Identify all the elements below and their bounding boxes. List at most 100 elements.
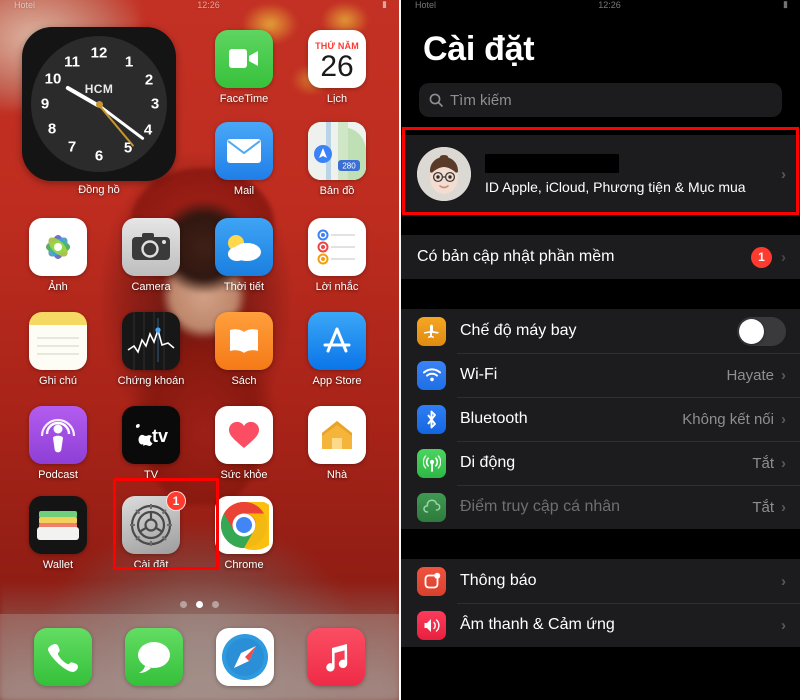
clock-label: 12:26 [197,0,220,10]
app-label: Bản đồ [319,185,355,197]
chevron-right-icon: › [781,498,786,516]
app-weather[interactable]: Thời tiết [213,218,275,293]
airplane-mode-row[interactable]: Chế độ máy bay [401,309,800,353]
page-dots[interactable] [0,601,399,608]
row-label: Âm thanh & Cảm ứng [460,616,615,633]
chevron-right-icon: › [781,366,786,384]
messages-icon[interactable] [125,628,184,686]
update-badge: 1 [751,246,772,268]
sounds-haptics-row[interactable]: Âm thanh & Cảm ứng › [401,603,800,647]
bluetooth-icon [417,404,446,434]
account-text: ID Apple, iCloud, Phương tiện & Mục mua [485,153,781,195]
airplane-mode-toggle[interactable] [737,316,786,346]
facetime-icon [215,30,273,88]
app-camera[interactable]: Camera [120,218,182,293]
status-bar-home: Hotel 12:26 ▮ [0,0,399,10]
apple-id-row[interactable]: ID Apple, iCloud, Phương tiện & Mục mua … [401,135,800,213]
page-dot[interactable] [180,601,187,608]
account-subtitle: ID Apple, iCloud, Phương tiện & Mục mua [485,178,746,195]
svg-text:280: 280 [342,162,356,171]
page-title: Cài đặt [423,30,535,68]
wifi-value: Hayate [726,366,774,384]
cellular-value: Tắt [752,454,774,472]
search-input[interactable]: Tìm kiếm [419,83,782,117]
dual-screenshot-composite: Hotel 12:26 ▮ 12 1 2 3 4 5 6 7 8 9 10 11… [0,0,800,700]
music-icon[interactable] [306,628,365,686]
battery-icon: ▮ [783,0,788,9]
app-podcast[interactable]: Podcast [27,406,89,481]
wallet-icon [29,496,87,554]
app-stocks[interactable]: Chứng khoán [118,312,184,387]
app-facetime[interactable]: FaceTime [213,30,275,105]
page-dot-active[interactable] [196,601,203,608]
app-settings[interactable]: 1 Cài đặt [120,491,186,571]
app-label: Nhà [326,469,348,481]
app-label: FaceTime [219,93,269,105]
clock-number: 11 [64,53,80,71]
safari-icon[interactable] [215,628,274,686]
camera-icon [122,218,180,276]
app-photos[interactable]: Ảnh [27,218,89,293]
connectivity-group: Chế độ máy bay Wi-Fi Hayate › Bluetooth … [401,309,800,529]
carrier-label: Hotel [415,0,437,10]
clock-number: 2 [144,71,154,89]
clock-number: 6 [94,147,104,165]
cellular-icon [417,448,446,478]
clock-widget-label: Đồng hồ [78,184,120,196]
phone-icon[interactable] [34,628,93,686]
app-wallet[interactable]: Wallet [27,496,89,571]
clock-number: 5 [123,139,133,157]
dock [0,614,399,700]
clock-number: 10 [44,70,62,88]
tv-icon: tv [122,406,180,464]
app-label: Sách [231,375,257,387]
wifi-icon [417,360,446,390]
health-icon [215,406,273,464]
chevron-right-icon: › [781,410,786,428]
clock-number: 8 [47,120,57,138]
app-reminders[interactable]: Lời nhắc [306,218,368,293]
page-dot[interactable] [212,601,219,608]
clock-center-pin [95,100,103,108]
app-chrome[interactable]: Chrome [213,496,275,571]
chrome-icon [215,496,273,554]
app-appstore[interactable]: App Store [306,312,368,387]
notifications-group: Thông báo › Âm thanh & Cảm ứng › [401,559,800,647]
wifi-row[interactable]: Wi-Fi Hayate › [401,353,800,397]
clock-widget[interactable]: 12 1 2 3 4 5 6 7 8 9 10 11 HCM [22,27,176,181]
mail-icon [215,122,273,180]
app-label: Wallet [42,559,74,571]
clock-label: 12:26 [598,0,621,10]
app-home[interactable]: Nhà [306,406,368,481]
personal-hotspot-row[interactable]: Điểm truy cập cá nhân Tắt › [401,485,800,529]
photos-icon [29,218,87,276]
app-label: Chrome [224,559,264,571]
app-label: Podcast [38,469,78,481]
appstore-icon [308,312,366,370]
app-label: Ảnh [48,281,68,293]
software-update-row[interactable]: Có bản cập nhật phần mềm 1 › [401,235,800,279]
app-label: TV [143,469,159,481]
clock-number: 7 [67,138,77,156]
app-health[interactable]: Sức khỏe [213,406,275,481]
app-calendar[interactable]: THỨ NĂM 26 Lịch [306,30,368,105]
notifications-row[interactable]: Thông báo › [401,559,800,603]
app-maps[interactable]: 280 Bản đồ [306,122,368,197]
chevron-right-icon: › [781,572,786,590]
calendar-day: 26 [320,49,354,83]
calendar-weekday: THỨ NĂM [315,40,359,51]
airplane-icon [417,316,446,346]
app-label: Mail [233,185,255,197]
calendar-icon: THỨ NĂM 26 [308,30,366,88]
bluetooth-row[interactable]: Bluetooth Không kết nối › [401,397,800,441]
books-icon [215,312,273,370]
app-tv[interactable]: tv TV [120,406,182,481]
app-notes[interactable]: Ghi chú [27,312,89,387]
account-section: ID Apple, iCloud, Phương tiện & Mục mua … [401,127,800,215]
app-books[interactable]: Sách [213,312,275,387]
app-mail[interactable]: Mail [213,122,275,197]
reminders-icon [308,218,366,276]
cellular-row[interactable]: Di động Tắt › [401,441,800,485]
account-name-redacted [485,153,619,173]
app-label: App Store [312,375,362,387]
